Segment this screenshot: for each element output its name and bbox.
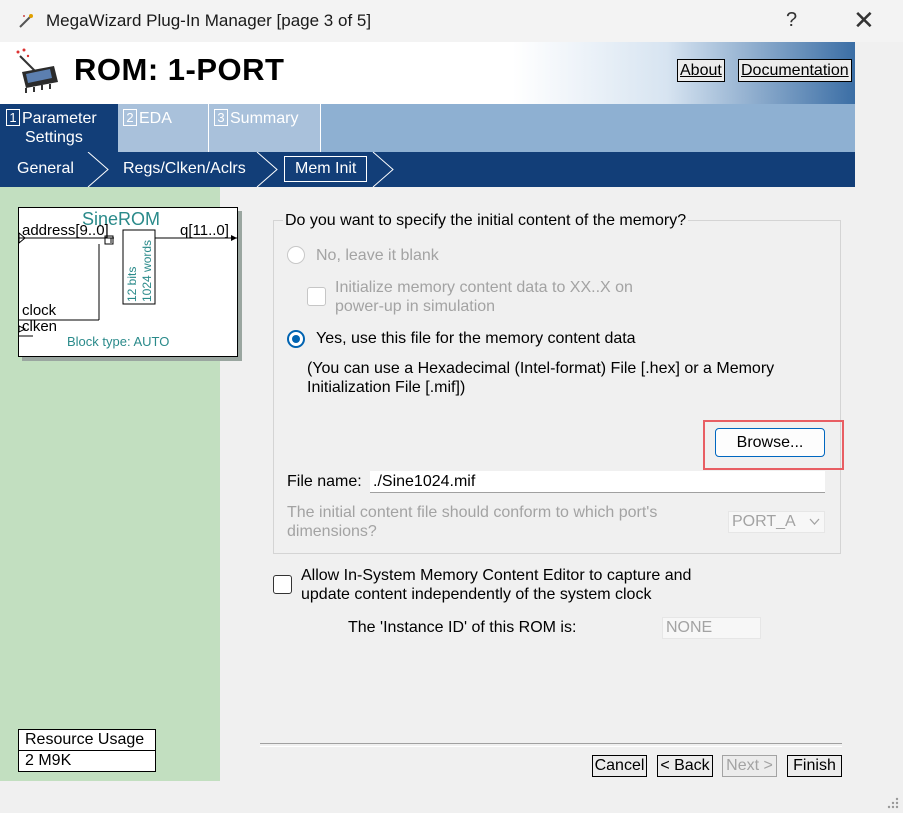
wizard-tabs: 1 Parameter Settings 2 EDA 3 Summary <box>0 104 855 152</box>
tab-number: 3 <box>214 109 228 126</box>
title-bar: MegaWizard Plug-In Manager [page 3 of 5]… <box>0 0 903 42</box>
tab-label: Parameter <box>22 110 97 127</box>
port-question-line2: dimensions? <box>287 523 377 540</box>
init-xx-label-line1: Initialize memory content data to XX..X … <box>335 279 633 296</box>
chevron-right-icon <box>256 152 278 187</box>
block-type: Block type: AUTO <box>67 334 170 349</box>
tab-label: Summary <box>230 110 299 127</box>
file-hint-line2: Initialization File [.mif]) <box>307 379 466 396</box>
instance-id-input[interactable]: NONE <box>662 617 761 639</box>
page-heading: ROM: 1-PORT <box>74 52 285 87</box>
radio-use-file[interactable] <box>287 330 305 348</box>
file-name-label: File name: <box>287 473 362 490</box>
in-system-editor-checkbox[interactable] <box>273 575 292 594</box>
in-system-label-line1: Allow In-System Memory Content Editor to… <box>301 567 692 584</box>
symbol-words: 1024 words <box>140 239 154 302</box>
file-hint-line1: (You can use a Hexadecimal (Intel-format… <box>307 360 775 377</box>
port-clock: clock <box>22 302 57 319</box>
symbol-bits: 12 bits <box>125 266 139 302</box>
resource-usage-header: Resource Usage <box>19 730 155 751</box>
resource-usage-value: 2 M9K <box>25 752 72 769</box>
subtab-regs-clken-aclrs[interactable]: Regs/Clken/Aclrs <box>123 160 246 178</box>
tab-number: 1 <box>6 109 20 126</box>
about-button[interactable]: About <box>677 59 725 82</box>
help-button[interactable]: ? <box>786 9 797 32</box>
chip-logo-icon <box>16 48 58 93</box>
wand-icon <box>19 14 33 28</box>
port-q: q[11..0] <box>180 222 229 239</box>
tab-label: EDA <box>139 110 172 127</box>
radio-leave-blank-label: No, leave it blank <box>316 247 439 264</box>
resource-usage-table: Resource Usage 2 M9K <box>18 729 156 772</box>
tab-summary[interactable]: 3 Summary <box>209 104 321 152</box>
documentation-button[interactable]: Documentation <box>738 59 852 82</box>
resize-grip-icon[interactable] <box>884 794 900 810</box>
documentation-label: Documentation <box>741 62 849 79</box>
chevron-right-icon <box>87 152 109 187</box>
browse-button[interactable]: Browse... <box>715 428 825 457</box>
subtab-mem-init[interactable]: Mem Init <box>284 156 368 182</box>
file-name-input[interactable]: ./Sine1024.mif <box>370 471 825 493</box>
radio-leave-blank[interactable] <box>287 246 305 264</box>
about-label: About <box>680 62 722 79</box>
close-button[interactable]: ✕ <box>853 7 875 33</box>
rom-symbol: SineROM address[9..0] q[11..0] clock clk… <box>18 207 238 357</box>
subtab-general[interactable]: General <box>17 160 74 178</box>
in-system-label-line2: update content independently of the syst… <box>301 586 652 603</box>
back-button[interactable]: < Back <box>657 755 713 777</box>
instance-id-label: The 'Instance ID' of this ROM is: <box>348 619 577 636</box>
finish-button[interactable]: Finish <box>787 755 842 777</box>
tab-parameter-settings[interactable]: 1 Parameter Settings <box>0 104 118 152</box>
tab-eda[interactable]: 2 EDA <box>118 104 209 152</box>
tab-number: 2 <box>123 109 137 126</box>
port-select[interactable]: PORT_A <box>728 511 825 533</box>
port-address: address[9..0] <box>22 222 109 239</box>
port-select-value: PORT_A <box>732 513 796 530</box>
memory-init-question: Do you want to specify the initial conte… <box>283 212 689 230</box>
port-question-line1: The initial content file should conform … <box>287 504 658 521</box>
window-title: MegaWizard Plug-In Manager [page 3 of 5] <box>46 11 372 30</box>
chevron-down-icon <box>809 518 820 525</box>
init-xx-label-line2: power-up in simulation <box>335 298 496 315</box>
init-xx-checkbox[interactable] <box>307 287 326 306</box>
chevron-right-icon <box>372 152 394 187</box>
next-button[interactable]: Next > <box>722 755 777 777</box>
cancel-button[interactable]: Cancel <box>592 755 647 777</box>
radio-use-file-label: Yes, use this file for the memory conten… <box>316 330 636 347</box>
bottom-separator <box>260 743 842 747</box>
sub-tabs: General Regs/Clken/Aclrs Mem Init <box>0 152 855 187</box>
tab-label-line2: Settings <box>25 129 83 146</box>
wizard-header: ROM: 1-PORT About Documentation <box>0 42 855 104</box>
port-clken: clken <box>22 318 58 335</box>
